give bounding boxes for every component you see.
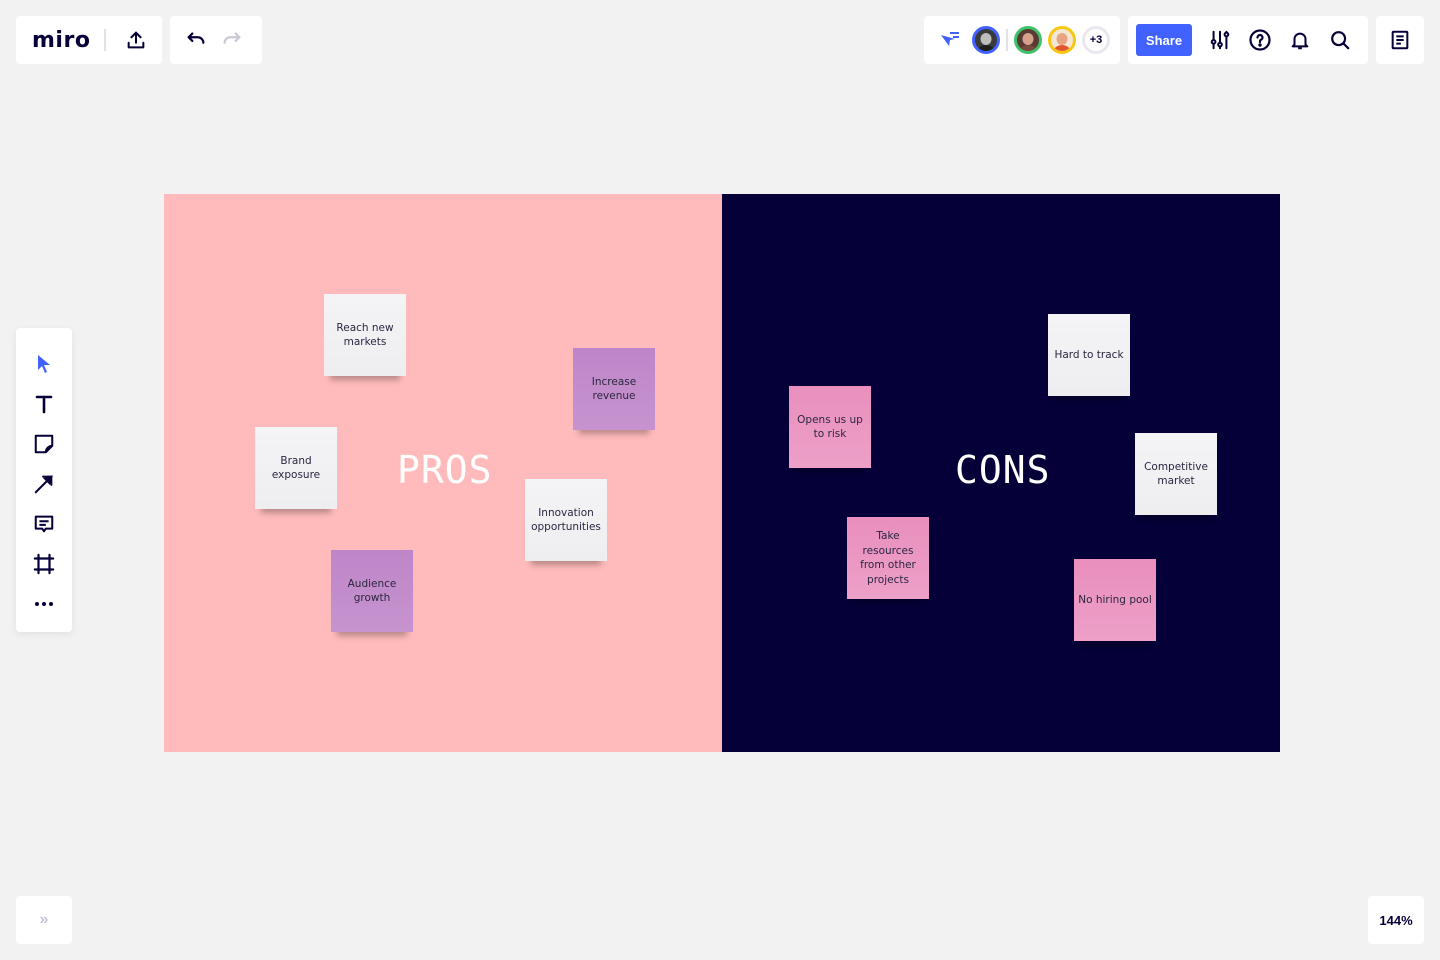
sticky-note-icon	[34, 434, 54, 454]
upload-icon	[127, 31, 145, 49]
avatar-user-2[interactable]	[1014, 26, 1042, 54]
sticky-note[interactable]: Brand exposure	[255, 427, 337, 509]
notes-panel	[1376, 16, 1424, 64]
zoom-level-button[interactable]: 144%	[1368, 896, 1424, 944]
select-tool[interactable]	[24, 344, 64, 384]
redo-icon	[223, 32, 241, 44]
redo-button[interactable]	[216, 24, 248, 56]
sticky-note[interactable]: Take resources from other projects	[847, 517, 929, 599]
help-button[interactable]	[1244, 24, 1276, 56]
sticky-note[interactable]: Audience growth	[331, 550, 413, 632]
chevrons-right-icon: »	[39, 911, 49, 928]
notes-icon	[1391, 30, 1409, 50]
sticky-note[interactable]: No hiring pool	[1074, 559, 1156, 641]
top-tools-panel: Share	[1128, 16, 1368, 64]
sticky-note[interactable]: Opens us up to risk	[789, 386, 871, 468]
divider	[104, 29, 106, 51]
settings-sliders-icon	[1210, 30, 1230, 50]
expand-panel-button[interactable]: »	[16, 896, 72, 944]
frame-tool[interactable]	[24, 544, 64, 584]
sticky-note[interactable]: Innovation opportunities	[525, 479, 607, 561]
avatar-user-3[interactable]	[1048, 26, 1076, 54]
notifications-button[interactable]	[1284, 24, 1316, 56]
search-button[interactable]	[1324, 24, 1356, 56]
connector-tool[interactable]	[24, 464, 64, 504]
sticky-note[interactable]: Hard to track	[1048, 314, 1130, 396]
history-panel	[170, 16, 262, 64]
settings-button[interactable]	[1204, 24, 1236, 56]
frame-icon	[33, 553, 55, 575]
search-icon	[1331, 31, 1350, 50]
sticky-note-tool[interactable]	[24, 424, 64, 464]
pros-title[interactable]: PROS	[397, 448, 493, 492]
cons-section[interactable]: CONS Hard to track Opens us up to risk C…	[722, 194, 1280, 752]
sticky-note[interactable]: Competitive market	[1135, 433, 1217, 515]
comment-icon	[34, 515, 54, 533]
more-tools-button[interactable]	[24, 584, 64, 624]
board-canvas[interactable]: PROS Reach new markets Increase revenue …	[164, 194, 1280, 752]
text-tool[interactable]	[24, 384, 64, 424]
avatar-user-1[interactable]	[972, 26, 1000, 54]
text-icon	[35, 395, 53, 414]
cursor-icon	[38, 355, 50, 373]
pros-section[interactable]: PROS Reach new markets Increase revenue …	[164, 194, 722, 752]
share-button[interactable]: Share	[1136, 24, 1192, 56]
cons-title[interactable]: CONS	[955, 448, 1051, 492]
undo-button[interactable]	[180, 24, 212, 56]
divider	[1006, 29, 1008, 51]
cursor-follow-button[interactable]	[934, 24, 966, 56]
arrow-icon	[34, 475, 53, 494]
left-toolbar	[16, 328, 72, 632]
sticky-note[interactable]: Reach new markets	[324, 294, 406, 376]
comment-tool[interactable]	[24, 504, 64, 544]
miro-logo[interactable]: miro	[32, 28, 90, 53]
more-icon	[35, 602, 53, 606]
bell-icon	[1291, 32, 1309, 50]
more-users-badge[interactable]: +3	[1082, 26, 1110, 54]
upload-button[interactable]	[120, 24, 152, 56]
notes-button[interactable]	[1384, 24, 1416, 56]
undo-icon	[187, 32, 205, 44]
logo-panel: miro	[16, 16, 162, 64]
sticky-note[interactable]: Increase revenue	[573, 348, 655, 430]
cursor-follow-icon	[941, 32, 959, 46]
collaborators-panel: +3	[924, 16, 1120, 64]
zoom-level: 144%	[1379, 912, 1413, 928]
help-icon	[1249, 29, 1271, 51]
